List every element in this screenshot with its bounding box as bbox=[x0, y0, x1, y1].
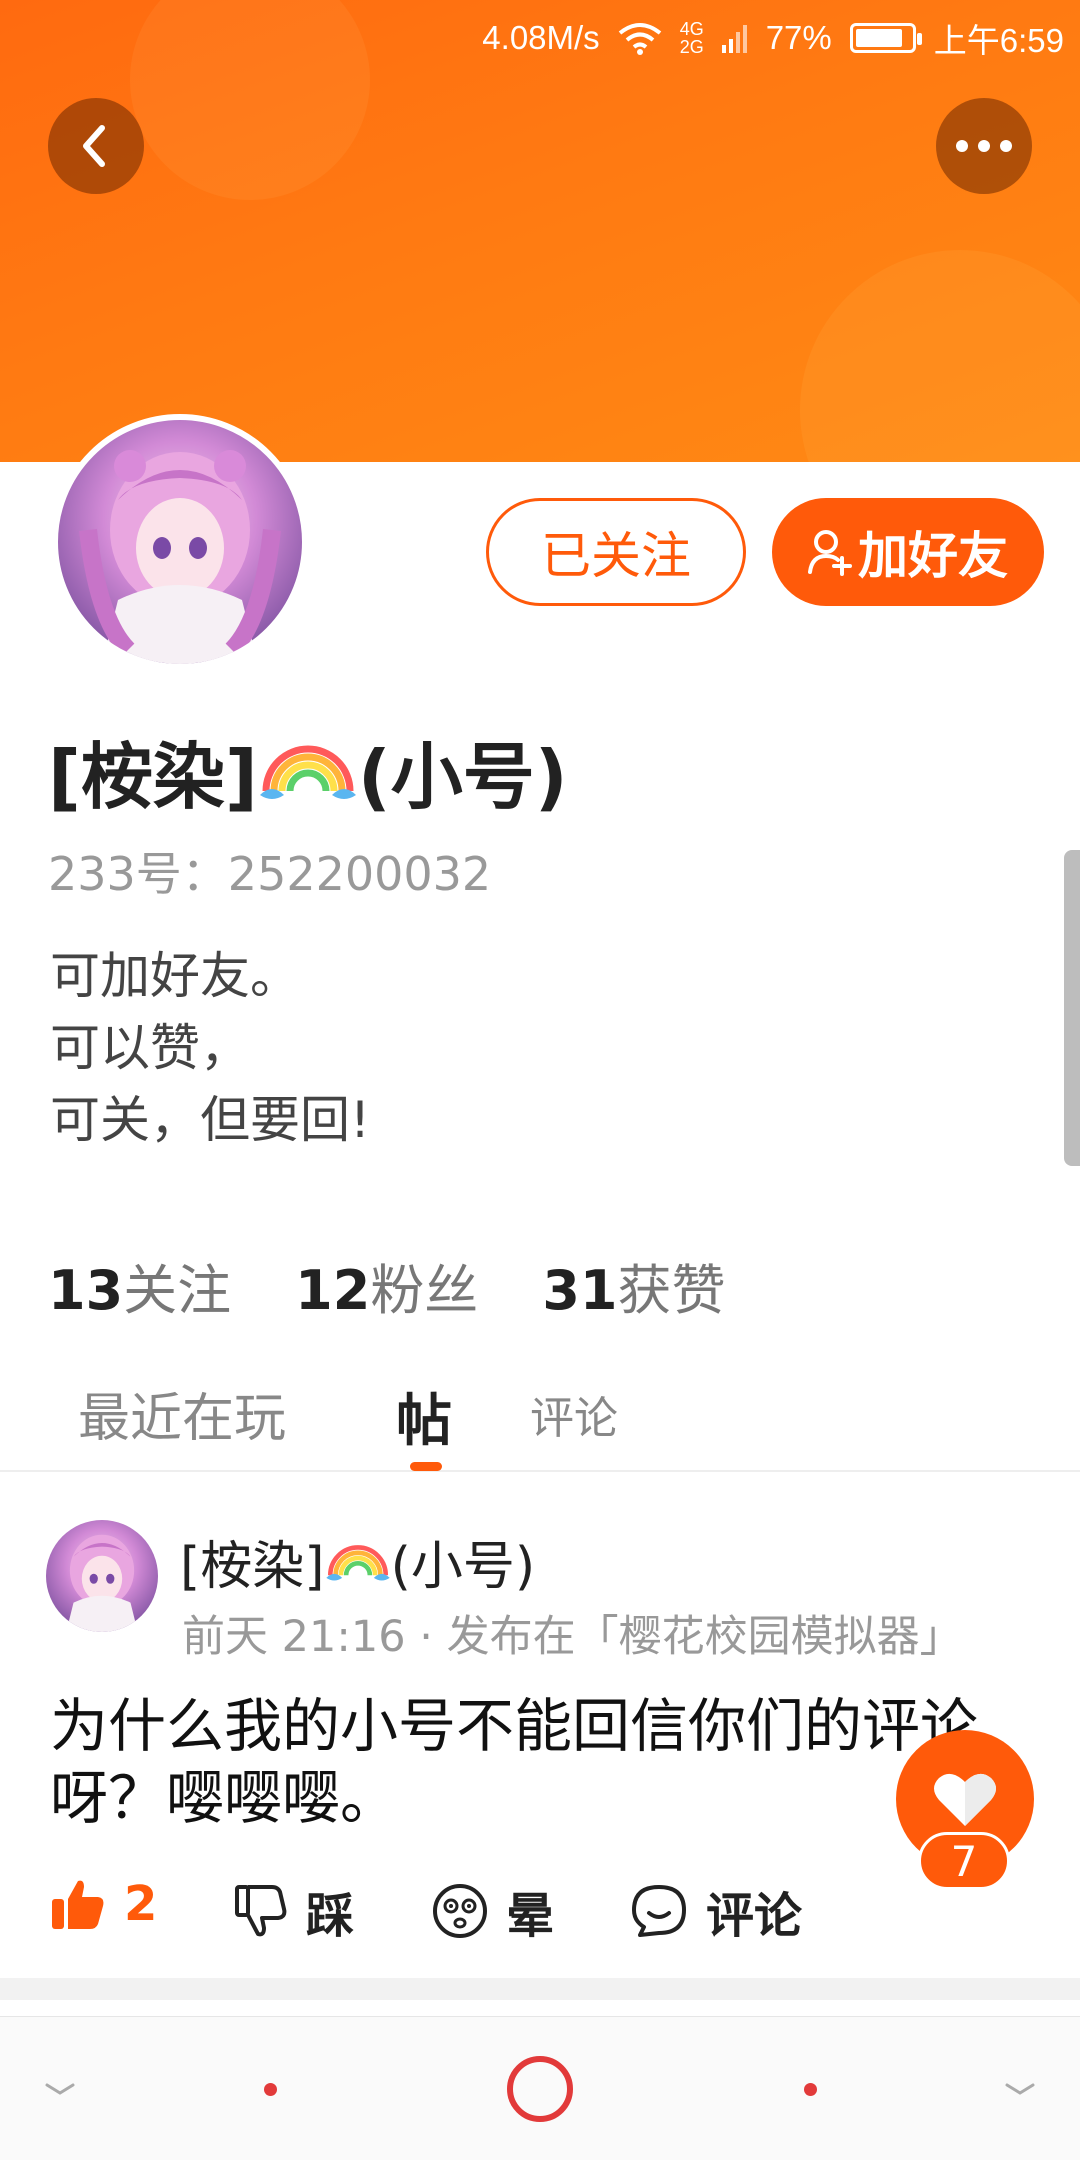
tab-posts[interactable]: 帖 bbox=[396, 1376, 452, 1457]
wifi-icon bbox=[618, 23, 661, 55]
thumbs-down-icon bbox=[235, 1885, 287, 1937]
bio-line: 可加好友。 bbox=[50, 947, 300, 1005]
dot-icon bbox=[263, 2082, 277, 2096]
dot-icon bbox=[803, 2082, 817, 2096]
more-dots-icon bbox=[956, 140, 1012, 152]
battery-icon bbox=[849, 23, 922, 53]
bio-line: 可关，但要回! bbox=[50, 1091, 371, 1149]
nav-chevron-left[interactable] bbox=[30, 2017, 90, 2160]
chevron-left-icon bbox=[83, 125, 105, 167]
anime-avatar-image bbox=[66, 1534, 138, 1632]
network-speed: 4.08M/s bbox=[482, 19, 600, 56]
stat-likes[interactable]: 31获赞 bbox=[542, 1246, 725, 1325]
battery-level bbox=[855, 29, 902, 47]
signal-icon bbox=[721, 25, 747, 53]
add-user-icon bbox=[808, 530, 852, 576]
add-friend-button[interactable]: 加好友 bbox=[772, 498, 1044, 606]
post-content[interactable]: 为什么我的小号不能回信你们的评论呀？嘤嘤嘤。 bbox=[50, 1690, 1000, 1834]
stat-fans[interactable]: 12粉丝 bbox=[295, 1246, 478, 1325]
dizzy-button[interactable]: 晕 bbox=[432, 1876, 554, 1946]
nav-chevron-right[interactable] bbox=[990, 2017, 1050, 2160]
more-button[interactable] bbox=[936, 98, 1032, 194]
system-nav-bar bbox=[0, 2016, 1080, 2160]
like-button[interactable]: 2 bbox=[50, 1876, 157, 1932]
nav-dot-left[interactable] bbox=[240, 2017, 300, 2160]
side-scroll-handle[interactable] bbox=[1064, 850, 1080, 1166]
comment-button[interactable]: 评论 bbox=[630, 1876, 802, 1946]
banner-decoration bbox=[800, 250, 1080, 462]
profile-nickname: [桉染] (小号) bbox=[48, 718, 568, 823]
profile-bio: 可加好友。 可以赞， 可关，但要回! bbox=[50, 940, 370, 1156]
profile-avatar[interactable] bbox=[52, 414, 308, 670]
battery-percent: 77% bbox=[765, 19, 832, 56]
bio-line: 可以赞， bbox=[50, 1019, 250, 1077]
thumbs-up-icon bbox=[52, 1880, 104, 1929]
post-meta: 前天 21:16 · 发布在「樱花校园模拟器」 bbox=[182, 1612, 963, 1662]
profile-banner: 4.08M/s 4G 2G 77% 上午6:59 bbox=[0, 0, 1080, 462]
chevron-down-icon bbox=[1005, 2083, 1035, 2095]
heart-icon bbox=[934, 1773, 996, 1826]
profile-stats: 13关注 12粉丝 31获赞 bbox=[48, 1246, 725, 1325]
status-bar: 4.08M/s 4G 2G 77% 上午6:59 bbox=[0, 0, 1080, 76]
post-author-name[interactable]: [桉染] (小号) bbox=[180, 1524, 535, 1599]
post-author-avatar[interactable] bbox=[46, 1520, 158, 1632]
tab-comments[interactable]: 评论 bbox=[530, 1382, 618, 1446]
nav-home-button[interactable] bbox=[490, 2017, 590, 2160]
section-divider bbox=[0, 1978, 1080, 2000]
active-tab-indicator bbox=[410, 1462, 442, 1471]
tab-recent-games[interactable]: 最近在玩 bbox=[78, 1376, 286, 1451]
home-ring-icon bbox=[507, 2056, 573, 2122]
dizzy-face-icon bbox=[433, 1884, 487, 1938]
rainbow-emoji-icon bbox=[259, 745, 356, 799]
comment-bubble-icon bbox=[632, 1885, 686, 1937]
back-button[interactable] bbox=[48, 98, 144, 194]
post-actions: 2 踩 晕 评论 bbox=[50, 1876, 1050, 1946]
stat-following[interactable]: 13关注 bbox=[48, 1246, 231, 1325]
rainbow-emoji-icon bbox=[325, 1544, 390, 1580]
nav-dot-right[interactable] bbox=[780, 2017, 840, 2160]
user-id: 233号：252200032 bbox=[48, 847, 492, 901]
dislike-button[interactable]: 踩 bbox=[234, 1876, 354, 1946]
anime-avatar-image bbox=[79, 450, 281, 664]
add-friend-label: 加好友 bbox=[858, 527, 1008, 585]
profile-tabs: 最近在玩 帖 评论 bbox=[0, 1366, 1080, 1472]
clock: 上午6:59 bbox=[933, 22, 1064, 59]
followed-button[interactable]: 已关注 bbox=[486, 498, 746, 606]
chevron-down-icon bbox=[45, 2083, 75, 2095]
network-type: 4G 2G bbox=[679, 19, 704, 57]
